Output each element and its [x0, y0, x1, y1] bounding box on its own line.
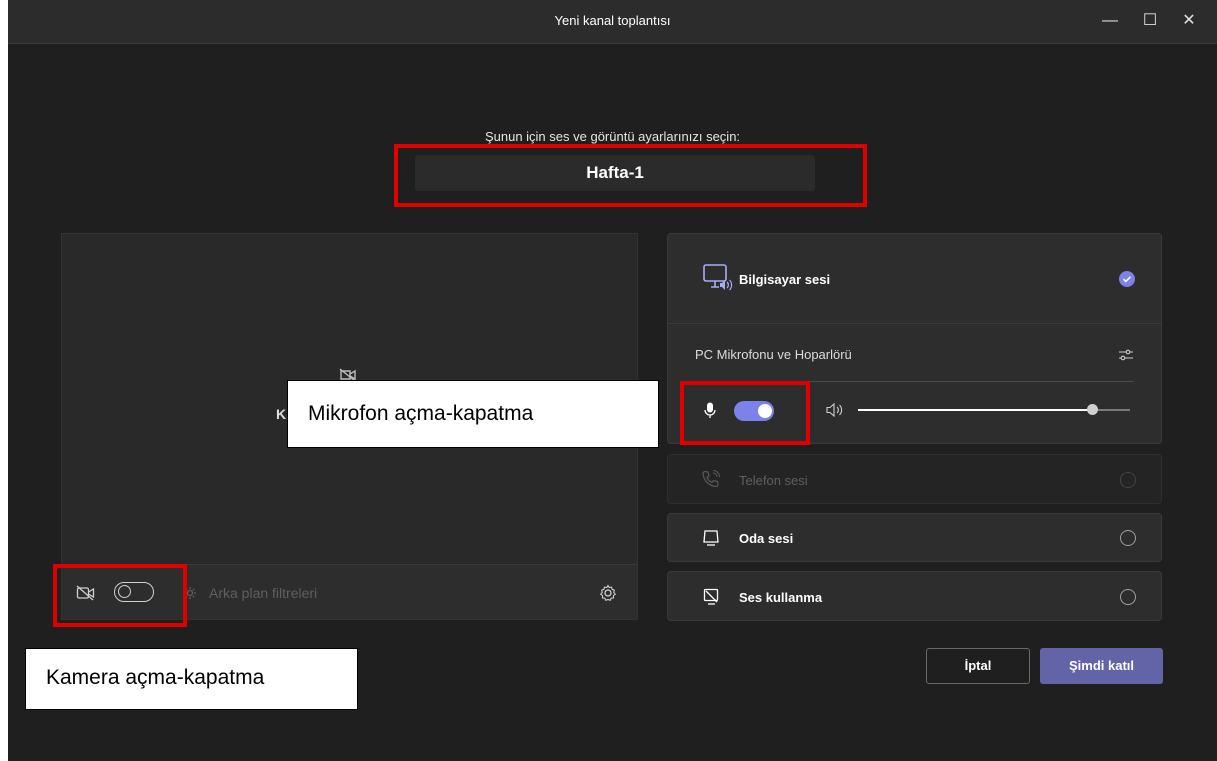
no-audio-icon [703, 588, 720, 605]
cancel-button[interactable]: İptal [926, 648, 1030, 684]
camera-toggle-highlight [53, 564, 187, 627]
speaker-volume-icon [826, 403, 844, 417]
background-filters-button[interactable]: Arka plan filtreleri [209, 585, 317, 601]
no-audio-radio[interactable] [1120, 589, 1136, 605]
phone-audio-radio [1120, 472, 1136, 488]
room-device-icon [702, 529, 720, 547]
camera-callout: Kamera açma-kapatma [25, 648, 358, 710]
no-audio-label: Ses kullanma [739, 590, 823, 605]
minimize-button[interactable]: — [1099, 10, 1121, 32]
computer-speaker-icon [702, 263, 734, 293]
preview-text: K [276, 406, 287, 422]
room-audio-radio[interactable] [1120, 530, 1136, 546]
speaker-volume-handle[interactable] [1086, 404, 1098, 415]
room-audio-label: Oda sesi [739, 531, 794, 546]
room-audio-option[interactable]: Oda sesi [667, 513, 1162, 562]
speaker-volume-slider[interactable] [858, 404, 1130, 415]
camera-callout-text: Kamera açma-kapatma [46, 666, 265, 689]
device-settings-gear-icon[interactable] [599, 584, 617, 602]
speaker-volume-fill [858, 409, 1092, 411]
close-button[interactable]: ✕ [1178, 10, 1200, 32]
microphone-callout-text: Mikrofon açma-kapatma [308, 402, 534, 425]
meeting-name-highlight [394, 144, 867, 207]
settings-prompt: Şunun için ses ve görüntü ayarlarınızı s… [484, 129, 741, 144]
join-now-button[interactable]: Şimdi katıl [1040, 648, 1163, 684]
audio-settings-icon[interactable] [1118, 347, 1134, 363]
phone-icon [702, 470, 720, 488]
phone-audio-label: Telefon sesi [739, 473, 808, 488]
microphone-toggle-highlight [680, 381, 810, 445]
computer-audio-option[interactable]: Bilgisayar sesi [668, 234, 1161, 324]
computer-audio-label: Bilgisayar sesi [739, 272, 831, 287]
selected-check-icon [1119, 271, 1135, 287]
audio-device-label: PC Mikrofonu ve Hoparlörü [695, 347, 852, 362]
no-audio-option[interactable]: Ses kullanma [667, 571, 1162, 621]
window-title: Yeni kanal toplantısı [554, 13, 671, 28]
maximize-button[interactable]: ☐ [1139, 10, 1161, 32]
title-bar: Yeni kanal toplantısı — ☐ ✕ [8, 0, 1217, 44]
microphone-callout: Mikrofon açma-kapatma [287, 380, 659, 448]
phone-audio-option: Telefon sesi [667, 454, 1162, 504]
